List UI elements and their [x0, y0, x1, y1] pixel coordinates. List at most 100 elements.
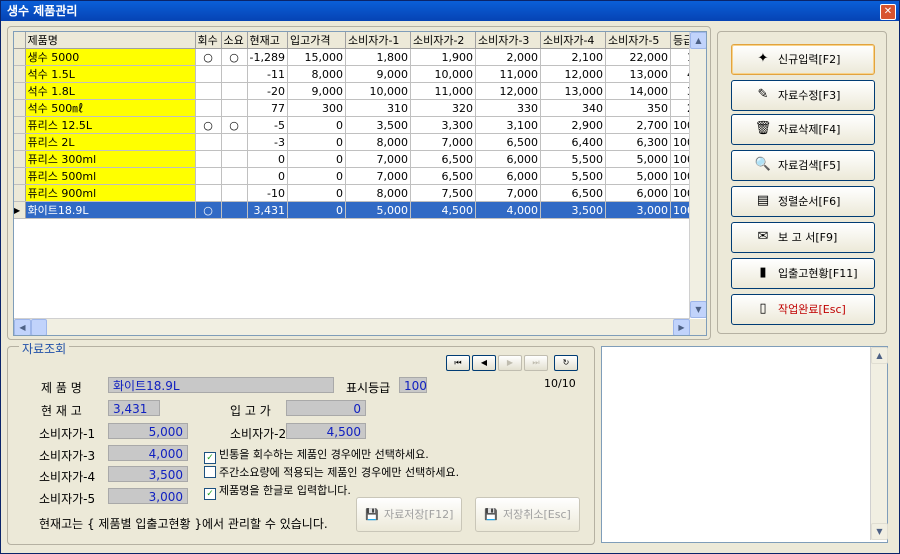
- table-cell[interactable]: 6,000: [605, 184, 671, 202]
- table-cell[interactable]: -5: [247, 116, 288, 134]
- row-indicator[interactable]: [14, 133, 26, 151]
- table-cell[interactable]: ○: [195, 116, 222, 134]
- cost-field[interactable]: 0: [286, 400, 366, 416]
- table-cell[interactable]: 7,000: [345, 150, 411, 168]
- product-grid[interactable]: 제품명 회수 소요 현재고 입고가격 소비자가-1 소비자가-2 소비자가-3 소비자가-4 소비…: [13, 31, 707, 336]
- table-cell[interactable]: 3,300: [410, 116, 476, 134]
- table-row[interactable]: 석수 1.5L -11 8,000 9,000 10,000 11,000 12,000 13…: [14, 65, 697, 83]
- table-cell[interactable]: [221, 184, 248, 202]
- table-cell[interactable]: 3,431: [247, 201, 288, 219]
- refresh-icon[interactable]: ↻: [554, 355, 578, 371]
- table-row[interactable]: 퓨리스 12.5L ○ ○ -5 0 3,500 3,300 3,100 2,900 2,700 1…: [14, 116, 697, 134]
- row-indicator[interactable]: [14, 184, 26, 202]
- table-cell[interactable]: [195, 150, 222, 168]
- table-cell[interactable]: 7,000: [345, 167, 411, 185]
- table-cell[interactable]: [221, 167, 248, 185]
- table-cell[interactable]: 0: [287, 150, 346, 168]
- table-row[interactable]: 퓨리스 500ml 0 0 7,000 6,500 6,000 5,500 5,000 100: [14, 167, 697, 185]
- table-cell[interactable]: 3,500: [345, 116, 411, 134]
- table-cell[interactable]: 7,000: [475, 184, 541, 202]
- horizontal-scrollbar[interactable]: ◀ ▶: [14, 318, 690, 335]
- table-cell[interactable]: 생수 5000: [25, 48, 196, 66]
- table-cell[interactable]: 6,000: [475, 150, 541, 168]
- table-cell[interactable]: ○: [221, 116, 248, 134]
- table-row[interactable]: 생수 5000 ○ ○ -1,289 15,000 1,800 1,900 2,000 2,10…: [14, 48, 697, 66]
- row-indicator[interactable]: ▶: [14, 201, 26, 219]
- table-cell[interactable]: 퓨리스 500ml: [25, 167, 196, 185]
- table-cell[interactable]: -20: [247, 82, 288, 100]
- table-cell[interactable]: 22,000: [605, 48, 671, 66]
- table-row[interactable]: 석수 500㎖773003103203303403502: [14, 99, 697, 117]
- table-cell[interactable]: 340: [540, 99, 606, 117]
- table-cell[interactable]: 5,000: [605, 150, 671, 168]
- table-cell[interactable]: 310: [345, 99, 411, 117]
- table-cell[interactable]: 9,000: [287, 82, 346, 100]
- table-cell[interactable]: 0: [287, 201, 346, 219]
- table-cell[interactable]: ○: [221, 48, 248, 66]
- column-header[interactable]: 소비자가-3: [475, 32, 541, 49]
- table-cell[interactable]: 350: [605, 99, 671, 117]
- scroll-down-icon[interactable]: ▼: [690, 301, 706, 318]
- table-cell[interactable]: [221, 150, 248, 168]
- table-cell[interactable]: ○: [195, 48, 222, 66]
- sort-button[interactable]: ▤ 정렬순서[F6]: [731, 186, 875, 217]
- table-cell[interactable]: ○: [195, 201, 222, 219]
- table-cell[interactable]: [221, 65, 248, 83]
- table-cell[interactable]: 0: [247, 167, 288, 185]
- table-cell[interactable]: 5,000: [345, 201, 411, 219]
- table-cell[interactable]: 2,700: [605, 116, 671, 134]
- table-cell[interactable]: -10: [247, 184, 288, 202]
- scroll-up-icon[interactable]: ▲: [690, 32, 706, 49]
- product-name-field[interactable]: 화이트18.9L: [108, 377, 334, 393]
- table-cell[interactable]: [221, 133, 248, 151]
- edit-button[interactable]: ✎ 자료수정[F3]: [731, 80, 875, 111]
- scroll-left-icon[interactable]: ◀: [14, 319, 31, 335]
- table-cell[interactable]: 3,100: [475, 116, 541, 134]
- table-cell[interactable]: [195, 99, 222, 117]
- table-cell[interactable]: 석수 1.5L: [25, 65, 196, 83]
- column-header[interactable]: 현재고: [247, 32, 288, 49]
- column-header[interactable]: 소비자가-1: [345, 32, 411, 49]
- table-cell[interactable]: 퓨리스 12.5L: [25, 116, 196, 134]
- table-cell[interactable]: 화이트18.9L: [25, 201, 196, 219]
- table-cell[interactable]: 13,000: [605, 65, 671, 83]
- price4-field[interactable]: 3,500: [108, 466, 188, 482]
- korean-name-checkbox[interactable]: ✓ 제품명을 한글로 입력합니다.: [204, 482, 351, 500]
- weekly-usage-checkbox[interactable]: 주간소요량에 적용되는 제품인 경우에만 선택하세요.: [204, 464, 459, 480]
- vertical-scrollbar[interactable]: ▲ ▼: [689, 32, 706, 318]
- table-cell[interactable]: 8,000: [345, 133, 411, 151]
- table-cell[interactable]: 퓨리스 2L: [25, 133, 196, 151]
- table-row[interactable]: 퓨리스 2L -3 0 8,000 7,000 6,500 6,400 6,300 100: [14, 133, 697, 151]
- prev-record-icon[interactable]: ◀: [472, 355, 496, 371]
- table-cell[interactable]: 6,500: [410, 167, 476, 185]
- column-header[interactable]: 소요: [221, 32, 248, 49]
- memo-scrollbar[interactable]: ▲ ▼: [870, 347, 888, 540]
- table-cell[interactable]: 10,000: [345, 82, 411, 100]
- table-cell[interactable]: [221, 201, 248, 219]
- table-cell[interactable]: 7,000: [410, 133, 476, 151]
- table-cell[interactable]: 300: [287, 99, 346, 117]
- table-cell[interactable]: 10,000: [410, 65, 476, 83]
- row-indicator[interactable]: [14, 48, 26, 66]
- table-cell[interactable]: -3: [247, 133, 288, 151]
- table-cell[interactable]: 5,000: [605, 167, 671, 185]
- table-cell[interactable]: 6,300: [605, 133, 671, 151]
- table-cell[interactable]: 0: [247, 150, 288, 168]
- table-cell[interactable]: 8,000: [287, 65, 346, 83]
- table-cell[interactable]: -11: [247, 65, 288, 83]
- table-row[interactable]: 퓨리스 300ml 0 0 7,000 6,500 6,000 5,500 5,000 100: [14, 150, 697, 168]
- table-cell[interactable]: 퓨리스 300ml: [25, 150, 196, 168]
- inout-status-button[interactable]: ▮ 입출고현황[F11]: [731, 258, 875, 289]
- table-cell[interactable]: 3,500: [540, 201, 606, 219]
- scroll-thumb[interactable]: [31, 319, 47, 335]
- table-cell[interactable]: 15,000: [287, 48, 346, 66]
- first-record-icon[interactable]: ⏮: [446, 355, 470, 371]
- price5-field[interactable]: 3,000: [108, 488, 188, 504]
- table-cell[interactable]: 5,500: [540, 167, 606, 185]
- price2-field[interactable]: 4,500: [286, 423, 366, 439]
- table-cell[interactable]: 4,500: [410, 201, 476, 219]
- table-cell[interactable]: 12,000: [475, 82, 541, 100]
- table-cell[interactable]: 0: [287, 184, 346, 202]
- row-indicator[interactable]: [14, 167, 26, 185]
- memo-scroll-up-icon[interactable]: ▲: [871, 347, 888, 364]
